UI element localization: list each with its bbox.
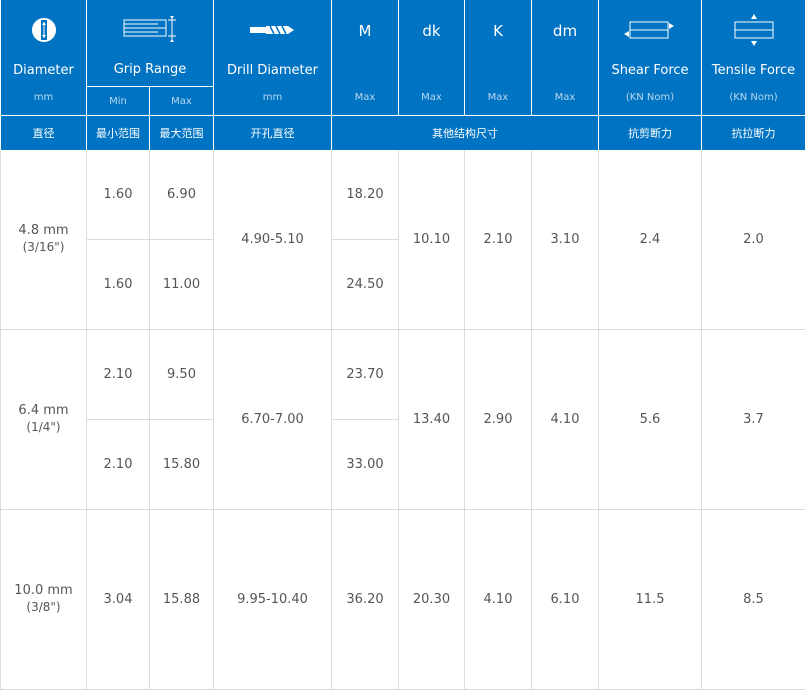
tensile-force-icon: [703, 13, 805, 46]
m-label: M: [358, 21, 372, 40]
table-row: 4.8 mm (3/16") 1.60 6.90 4.90-5.10 18.20 …: [0, 150, 805, 330]
dm-cell: 6.10: [531, 509, 599, 690]
grip-max-label: Max: [149, 86, 214, 116]
grip-max-cell: 11.00: [149, 239, 214, 330]
tensile-force-label: Tensile Force: [711, 62, 796, 78]
dk-cell: 20.30: [398, 509, 465, 690]
grip-min-cell: 1.60: [86, 239, 150, 330]
dm-unit: Max: [554, 91, 576, 103]
header-dm: dm Max: [531, 0, 599, 116]
table-body: 4.8 mm (3/16") 1.60 6.90 4.90-5.10 18.20 …: [0, 150, 805, 690]
table-row: 6.4 mm (1/4") 2.10 9.50 6.70-7.00 23.70 1…: [0, 329, 805, 510]
diameter-cell: 10.0 mm (3/8"): [0, 509, 87, 690]
diameter-inch: (1/4"): [26, 420, 61, 434]
shear-force-label: Shear Force: [611, 62, 689, 78]
grip-max-cell: 15.80: [149, 419, 214, 510]
header-diameter: Diameter mm: [0, 0, 87, 116]
header-grip-range: Grip Range: [86, 0, 214, 87]
grip-min-cell: 2.10: [86, 419, 150, 510]
grip-min-cell: 3.04: [86, 509, 150, 690]
table-row: 10.0 mm (3/8") 3.04 15.88 9.95-10.40 36.2…: [0, 509, 805, 690]
drill-cell: 6.70-7.00: [213, 329, 332, 510]
shear-force-unit: (KN Nom): [625, 91, 675, 103]
header-shear-force: Shear Force (KN Nom): [598, 0, 702, 116]
m-cell: 23.70: [331, 329, 399, 420]
tensile-cell: 8.5: [701, 509, 805, 690]
grip-min-cn: 最小范围: [86, 115, 150, 150]
diameter-label: Diameter: [13, 62, 74, 78]
drill-cell: 9.95-10.40: [213, 509, 332, 690]
shear-cell: 11.5: [598, 509, 702, 690]
grip-max-cell: 6.90: [149, 150, 214, 240]
drill-diameter-label: Drill Diameter: [226, 62, 318, 78]
tensile-cell: 2.0: [701, 150, 805, 330]
grip-range-label: Grip Range: [113, 62, 187, 77]
grip-min-label: Min: [86, 86, 150, 116]
m-cell: 33.00: [331, 419, 399, 510]
drill-bit-icon: [215, 15, 331, 45]
rivet-spec-table: Diameter mm Grip Range Drill Diameter mm…: [0, 0, 805, 690]
shear-force-cn: 抗剪断力: [598, 115, 702, 150]
drill-diameter-unit: mm: [262, 91, 283, 103]
header-tensile-force: Tensile Force (KN Nom): [701, 0, 805, 116]
dm-cell: 3.10: [531, 150, 599, 330]
shear-cell: 5.6: [598, 329, 702, 510]
k-unit: Max: [487, 91, 509, 103]
tensile-cell: 3.7: [701, 329, 805, 510]
m-cell: 36.20: [331, 509, 399, 690]
dk-label: dk: [422, 21, 441, 40]
k-cell: 2.90: [464, 329, 532, 510]
diameter-value: 6.4 mm: [18, 403, 69, 418]
grip-range-icon: [88, 14, 213, 44]
dk-cell: 10.10: [398, 150, 465, 330]
shear-force-icon: [600, 15, 701, 45]
diameter-value: 10.0 mm: [14, 583, 73, 598]
k-cell: 2.10: [464, 150, 532, 330]
grip-min-cell: 2.10: [86, 329, 150, 420]
header-m: M Max: [331, 0, 399, 116]
m-unit: Max: [354, 91, 376, 103]
tensile-force-unit: (KN Nom): [729, 91, 778, 103]
dm-cell: 4.10: [531, 329, 599, 510]
m-cell: 18.20: [331, 150, 399, 240]
diameter-unit: mm: [33, 91, 54, 103]
grip-max-cell: 15.88: [149, 509, 214, 690]
k-cell: 4.10: [464, 509, 532, 690]
diameter-inch: (3/16"): [22, 240, 65, 254]
k-label: K: [493, 21, 503, 40]
diameter-value: 4.8 mm: [18, 223, 69, 238]
shear-cell: 2.4: [598, 150, 702, 330]
rivet-end-icon: [2, 15, 86, 45]
header-dk: dk Max: [398, 0, 465, 116]
drill-cell: 4.90-5.10: [213, 150, 332, 330]
diameter-inch: (3/8"): [26, 600, 61, 614]
m-cell: 24.50: [331, 239, 399, 330]
diameter-cell: 4.8 mm (3/16"): [0, 150, 87, 330]
dk-unit: Max: [421, 91, 442, 103]
grip-max-cell: 9.50: [149, 329, 214, 420]
grip-min-cell: 1.60: [86, 150, 150, 240]
header-k: K Max: [464, 0, 532, 116]
diameter-cn: 直径: [0, 115, 87, 150]
diameter-cell: 6.4 mm (1/4"): [0, 329, 87, 510]
table-header: Diameter mm Grip Range Drill Diameter mm…: [0, 0, 805, 150]
tensile-force-cn: 抗拉断力: [701, 115, 805, 150]
header-drill-diameter: Drill Diameter mm: [213, 0, 332, 116]
drill-diameter-cn: 开孔直径: [213, 115, 332, 150]
grip-max-cn: 最大范围: [149, 115, 214, 150]
dm-label: dm: [552, 21, 578, 40]
other-dims-cn: 其他结构尺寸: [331, 115, 599, 150]
dk-cell: 13.40: [398, 329, 465, 510]
